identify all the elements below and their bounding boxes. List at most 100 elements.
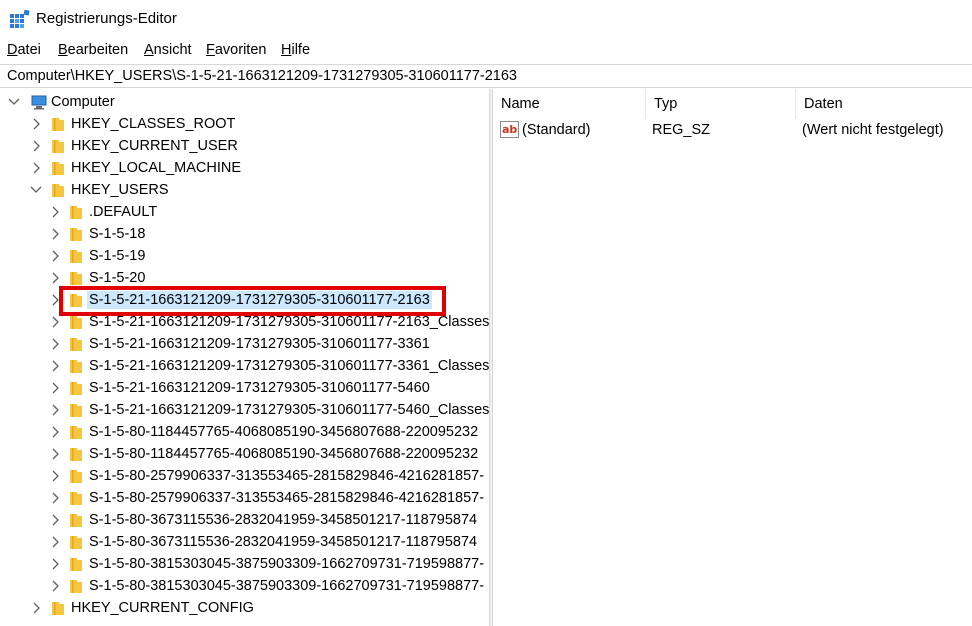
tree-node-label: S-1-5-21-1663121209-1731279305-310601177… bbox=[89, 358, 489, 374]
column-header-typ-label: Typ bbox=[654, 96, 678, 112]
folder-icon bbox=[70, 338, 82, 351]
values-pane[interactable]: Name Typ Daten ab (Standard) REG_SZ (Wer… bbox=[493, 89, 972, 626]
folder-icon bbox=[52, 602, 64, 615]
tree-node-user-key[interactable]: .DEFAULT bbox=[0, 201, 489, 223]
folder-icon bbox=[52, 140, 64, 153]
value-data: (Wert nicht festgelegt) bbox=[802, 122, 944, 138]
tree-node-label: S-1-5-21-1663121209-1731279305-310601177… bbox=[89, 380, 430, 396]
chevron-right-icon[interactable] bbox=[49, 490, 61, 506]
tree-node-user-key[interactable]: S-1-5-80-2579906337-313553465-2815829846… bbox=[0, 487, 489, 509]
tree-node-label: S-1-5-80-3673115536-2832041959-345850121… bbox=[89, 512, 478, 528]
tree-node-computer[interactable]: Computer bbox=[0, 91, 489, 113]
column-header-name-label: Name bbox=[501, 96, 540, 112]
tree-node-user-key[interactable]: S-1-5-80-3673115536-2832041959-345850121… bbox=[0, 509, 489, 531]
chevron-down-icon[interactable] bbox=[30, 182, 42, 198]
folder-icon bbox=[52, 162, 64, 175]
tree-node-user-key[interactable]: S-1-5-21-1663121209-1731279305-310601177… bbox=[0, 399, 489, 421]
tree-node-hkey-local-machine[interactable]: HKEY_LOCAL_MACHINE bbox=[0, 157, 489, 179]
svg-text:ab: ab bbox=[502, 123, 517, 136]
chevron-right-icon[interactable] bbox=[49, 204, 61, 220]
folder-icon bbox=[52, 184, 64, 197]
chevron-right-icon[interactable] bbox=[49, 380, 61, 396]
folder-icon bbox=[70, 558, 82, 571]
chevron-right-icon[interactable] bbox=[30, 116, 42, 132]
tree-node-user-key[interactable]: S-1-5-80-1184457765-4068085190-345680768… bbox=[0, 443, 489, 465]
value-type: REG_SZ bbox=[652, 122, 711, 138]
tree-node-hkey-current-user[interactable]: HKEY_CURRENT_USER bbox=[0, 135, 489, 157]
tree-node-label: S-1-5-18 bbox=[89, 226, 146, 242]
tree-node-label: S-1-5-21-1663121209-1731279305-310601177… bbox=[89, 336, 430, 352]
menu-datei[interactable]: Datei bbox=[7, 41, 41, 59]
menu-favoriten[interactable]: Favoriten bbox=[206, 41, 266, 59]
window-title: Registrierungs-Editor bbox=[36, 10, 177, 27]
folder-icon bbox=[70, 536, 82, 549]
column-header-daten-label: Daten bbox=[804, 96, 843, 112]
tree-node-user-key[interactable]: S-1-5-80-1184457765-4068085190-345680768… bbox=[0, 421, 489, 443]
folder-icon bbox=[70, 228, 82, 241]
chevron-right-icon[interactable] bbox=[49, 468, 61, 484]
folder-icon bbox=[70, 426, 82, 439]
column-header-daten[interactable]: Daten bbox=[796, 89, 972, 119]
menu-bearbeiten[interactable]: Bearbeiten bbox=[58, 41, 128, 59]
tree-node-user-key[interactable]: S-1-5-19 bbox=[0, 245, 489, 267]
chevron-right-icon[interactable] bbox=[49, 248, 61, 264]
tree-node-label: HKEY_USERS bbox=[71, 182, 169, 198]
tree-node-label: S-1-5-80-3815303045-3875903309-166270973… bbox=[89, 556, 485, 572]
folder-icon bbox=[70, 316, 82, 329]
chevron-right-icon[interactable] bbox=[49, 512, 61, 528]
folder-icon bbox=[70, 206, 82, 219]
address-path[interactable]: Computer\HKEY_USERS\S-1-5-21-1663121209-… bbox=[7, 68, 517, 85]
folder-icon bbox=[70, 448, 82, 461]
tree-node-hkey-classes-root[interactable]: HKEY_CLASSES_ROOT bbox=[0, 113, 489, 135]
chevron-right-icon[interactable] bbox=[49, 270, 61, 286]
tree-node-user-key[interactable]: S-1-5-80-3815303045-3875903309-166270973… bbox=[0, 553, 489, 575]
tree-node-user-key[interactable]: S-1-5-21-1663121209-1731279305-310601177… bbox=[0, 377, 489, 399]
tree-node-user-key[interactable]: S-1-5-21-1663121209-1731279305-310601177… bbox=[0, 333, 489, 355]
chevron-right-icon[interactable] bbox=[49, 336, 61, 352]
tree-node-user-key[interactable]: S-1-5-80-3673115536-2832041959-345850121… bbox=[0, 531, 489, 553]
tree-node-label: S-1-5-80-2579906337-313553465-2815829846… bbox=[89, 468, 485, 484]
menu-ansicht[interactable]: Ansicht bbox=[144, 41, 192, 59]
tree-node-user-key[interactable]: S-1-5-18 bbox=[0, 223, 489, 245]
tree-node-user-key[interactable]: S-1-5-80-3815303045-3875903309-166270973… bbox=[0, 575, 489, 597]
chevron-right-icon[interactable] bbox=[49, 314, 61, 330]
chevron-right-icon[interactable] bbox=[49, 226, 61, 242]
chevron-right-icon[interactable] bbox=[30, 600, 42, 616]
chevron-right-icon[interactable] bbox=[30, 160, 42, 176]
chevron-right-icon[interactable] bbox=[49, 578, 61, 594]
column-header-name[interactable]: Name bbox=[493, 89, 646, 119]
menu-hilfe[interactable]: Hilfe bbox=[281, 41, 310, 59]
folder-icon bbox=[70, 580, 82, 593]
tree-pane[interactable]: Computer HKEY_CLASSES_ROOT HKEY_CURRENT_US… bbox=[0, 89, 489, 626]
chevron-right-icon[interactable] bbox=[49, 534, 61, 550]
tree-node-label: S-1-5-80-1184457765-4068085190-345680768… bbox=[89, 424, 479, 440]
tree-node-hkey-users[interactable]: HKEY_USERS bbox=[0, 179, 489, 201]
tree-node-label: .DEFAULT bbox=[89, 204, 158, 220]
chevron-right-icon[interactable] bbox=[49, 556, 61, 572]
chevron-right-icon[interactable] bbox=[30, 138, 42, 154]
title-bar: Registrierungs-Editor bbox=[0, 0, 972, 38]
chevron-right-icon[interactable] bbox=[49, 446, 61, 462]
computer-icon bbox=[31, 95, 47, 110]
folder-icon bbox=[70, 514, 82, 527]
tree-node-user-key[interactable]: S-1-5-80-2579906337-313553465-2815829846… bbox=[0, 465, 489, 487]
chevron-down-icon[interactable] bbox=[8, 94, 20, 110]
tree-node-label: S-1-5-19 bbox=[89, 248, 146, 264]
chevron-right-icon[interactable] bbox=[49, 358, 61, 374]
tree-node-hkey-current-config[interactable]: HKEY_CURRENT_CONFIG bbox=[0, 597, 489, 619]
value-row[interactable]: ab (Standard) REG_SZ (Wert nicht festgel… bbox=[493, 119, 972, 141]
folder-icon bbox=[70, 360, 82, 373]
tree-node-label: HKEY_LOCAL_MACHINE bbox=[71, 160, 242, 176]
address-bar[interactable]: Computer\HKEY_USERS\S-1-5-21-1663121209-… bbox=[0, 64, 972, 88]
tree-node-label: S-1-5-80-3673115536-2832041959-345850121… bbox=[89, 534, 478, 550]
chevron-right-icon[interactable] bbox=[49, 402, 61, 418]
regedit-icon bbox=[10, 10, 30, 28]
tree-node-user-key[interactable]: S-1-5-21-1663121209-1731279305-310601177… bbox=[0, 355, 489, 377]
folder-icon bbox=[70, 492, 82, 505]
tree-node-label: S-1-5-21-1663121209-1731279305-310601177… bbox=[89, 402, 489, 418]
folder-icon bbox=[70, 470, 82, 483]
menu-bar: Datei Bearbeiten Ansicht Favoriten Hilfe bbox=[0, 38, 972, 62]
chevron-right-icon[interactable] bbox=[49, 424, 61, 440]
column-header-typ[interactable]: Typ bbox=[646, 89, 796, 119]
string-value-icon: ab bbox=[500, 121, 519, 138]
